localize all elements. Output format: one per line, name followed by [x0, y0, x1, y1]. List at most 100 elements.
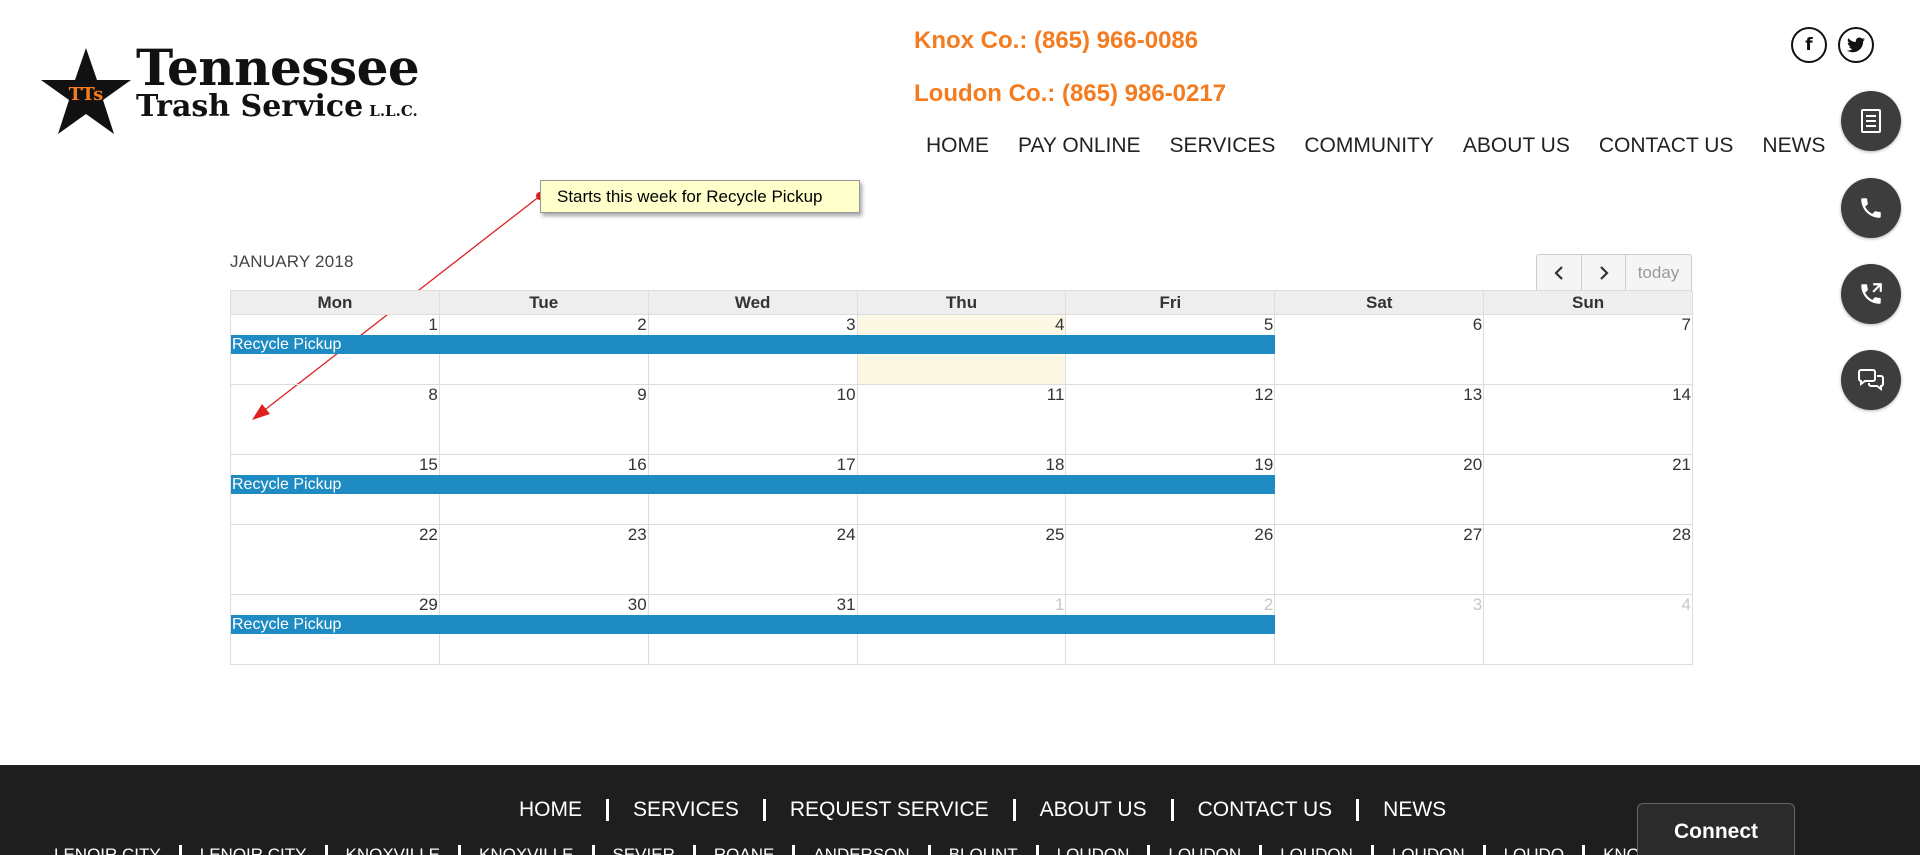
calendar-day[interactable]: 25 [857, 525, 1067, 595]
calendar-week-days: 8 9 10 11 12 13 14 [231, 385, 1694, 455]
nav-pay-online[interactable]: PAY ONLINE [1018, 134, 1141, 158]
phone-icon[interactable] [1841, 178, 1901, 238]
calendar-day[interactable]: 8 [231, 385, 440, 455]
footer-nav-home[interactable]: HOME [519, 798, 582, 822]
calendar-day[interactable]: 6 [1275, 315, 1485, 385]
footer-city-link[interactable]: SEVIER [613, 845, 675, 855]
twitter-icon[interactable] [1838, 27, 1874, 63]
chevron-right-icon[interactable] [1582, 254, 1626, 292]
footer-city-link[interactable]: LENOIR CITY [54, 845, 161, 855]
calendar-day[interactable]: 20 [1275, 455, 1485, 525]
footer-city-divider [1147, 845, 1151, 855]
chat-icon[interactable] [1841, 350, 1901, 410]
footer-nav-divider [1012, 799, 1016, 821]
calendar-week-days: 22 23 24 25 26 27 28 [231, 525, 1694, 595]
loudon-phone[interactable]: Loudon Co.: (865) 986-0217 [914, 80, 1226, 108]
calendar-day[interactable]: 7 [1484, 315, 1694, 385]
chevron-left-icon[interactable] [1536, 254, 1582, 292]
calendar-day-number: 22 [418, 525, 438, 544]
nav-services[interactable]: SERVICES [1170, 134, 1276, 158]
main-nav: HOME PAY ONLINE SERVICES COMMUNITY ABOUT… [926, 134, 1854, 158]
calendar-day-number: 13 [1463, 385, 1483, 404]
nav-about-us[interactable]: ABOUT US [1463, 134, 1570, 158]
footer-city-link[interactable]: LOUDON [1392, 845, 1465, 855]
footer-city-divider [591, 845, 595, 855]
footer-nav-divider [762, 799, 766, 821]
phone-forward-icon[interactable] [1841, 264, 1901, 324]
nav-community[interactable]: COMMUNITY [1304, 134, 1434, 158]
calendar-day[interactable]: 24 [648, 525, 858, 595]
calendar-day-number: 1 [428, 315, 438, 334]
calendar-day-number: 26 [1254, 525, 1274, 544]
footer: HOME SERVICES REQUEST SERVICE ABOUT US C… [0, 765, 1920, 855]
calendar-day-number: 9 [637, 385, 647, 404]
footer-nav-request-service[interactable]: REQUEST SERVICE [790, 798, 989, 822]
footer-nav-services[interactable]: SERVICES [633, 798, 739, 822]
calendar-day[interactable]: 4 [1484, 595, 1694, 665]
calendar-week: 8 9 10 11 12 13 14 [230, 385, 1694, 455]
calendar-day-number: 30 [627, 595, 647, 614]
footer-nav-contact-us[interactable]: CONTACT US [1198, 798, 1333, 822]
facebook-icon[interactable]: f [1791, 27, 1827, 63]
calendar-day[interactable]: 13 [1275, 385, 1485, 455]
calendar-day[interactable]: 21 [1484, 455, 1694, 525]
calendar-day[interactable]: 3 [1275, 595, 1485, 665]
weekday-thu: Thu [857, 291, 1067, 315]
nav-contact-us[interactable]: CONTACT US [1599, 134, 1734, 158]
calendar-day[interactable]: 14 [1484, 385, 1694, 455]
logo[interactable]: TTs Tennessee Trash Service L.L.C. [36, 38, 420, 138]
footer-city-link[interactable]: ROANE [714, 845, 774, 855]
footer-city-link[interactable]: LENOIR CITY [200, 845, 307, 855]
calendar-day-number: 23 [627, 525, 647, 544]
calendar-day[interactable]: 22 [231, 525, 440, 595]
calendar-day-number: 3 [846, 315, 856, 334]
footer-city-divider [1582, 845, 1586, 855]
document-icon[interactable] [1841, 91, 1901, 151]
logo-name-line2: Trash Service L.L.C. [136, 90, 418, 128]
footer-nav-divider [1356, 799, 1360, 821]
calendar-day-number: 15 [418, 455, 438, 474]
calendar-day-number: 29 [418, 595, 438, 614]
calendar-day[interactable]: 27 [1275, 525, 1485, 595]
weekday-sat: Sat [1275, 291, 1485, 315]
footer-city-link[interactable]: BLOUNT [949, 845, 1018, 855]
nav-home[interactable]: HOME [926, 134, 989, 158]
footer-city-link[interactable]: LOUDO [1504, 845, 1564, 855]
footer-city-link[interactable]: KNOXVILLE [346, 845, 441, 855]
calendar-day[interactable]: 10 [648, 385, 858, 455]
calendar-day-number: 11 [1046, 385, 1065, 404]
calendar-day[interactable]: 23 [439, 525, 649, 595]
calendar-event[interactable]: Recycle Pickup [231, 335, 1275, 354]
calendar-day[interactable]: 26 [1066, 525, 1276, 595]
calendar-event[interactable]: Recycle Pickup [231, 475, 1275, 494]
calendar-day[interactable]: 11 [857, 385, 1067, 455]
calendar-day-number: 24 [836, 525, 856, 544]
logo-suffix: L.L.C. [369, 102, 418, 120]
footer-city-link[interactable]: ANDERSON [813, 845, 909, 855]
logo-emblem-text: TTs [69, 84, 104, 105]
calendar-week: 22 23 24 25 26 27 28 [230, 525, 1694, 595]
footer-city-link[interactable]: LOUDON [1057, 845, 1130, 855]
footer-city-link[interactable]: LOUDON [1280, 845, 1353, 855]
today-button[interactable]: today [1626, 254, 1692, 292]
calendar-day[interactable]: 28 [1484, 525, 1694, 595]
calendar-day[interactable]: 9 [439, 385, 649, 455]
calendar-week: 29 30 31 1 2 3 4 Recycle Pickup [230, 595, 1694, 665]
footer-city-link[interactable]: LOUDON [1168, 845, 1241, 855]
annotation-note: Starts this week for Recycle Pickup [540, 180, 860, 213]
footer-city-link[interactable]: KNOXVILLE [479, 845, 574, 855]
calendar-day-number: 20 [1463, 455, 1483, 474]
knox-phone[interactable]: Knox Co.: (865) 966-0086 [914, 27, 1198, 55]
calendar-event[interactable]: Recycle Pickup [231, 615, 1275, 634]
calendar-day-number: 16 [627, 455, 647, 474]
calendar-day-number: 31 [836, 595, 856, 614]
footer-city-divider [458, 845, 461, 855]
footer-city-divider [178, 845, 182, 855]
footer-nav-about-us[interactable]: ABOUT US [1040, 798, 1147, 822]
footer-nav-news[interactable]: NEWS [1383, 798, 1446, 822]
calendar-day-number: 4 [1054, 315, 1065, 334]
calendar-day-number: 17 [836, 455, 856, 474]
calendar-day[interactable]: 12 [1066, 385, 1276, 455]
nav-news[interactable]: NEWS [1762, 134, 1825, 158]
connect-button[interactable]: Connect [1637, 803, 1795, 855]
